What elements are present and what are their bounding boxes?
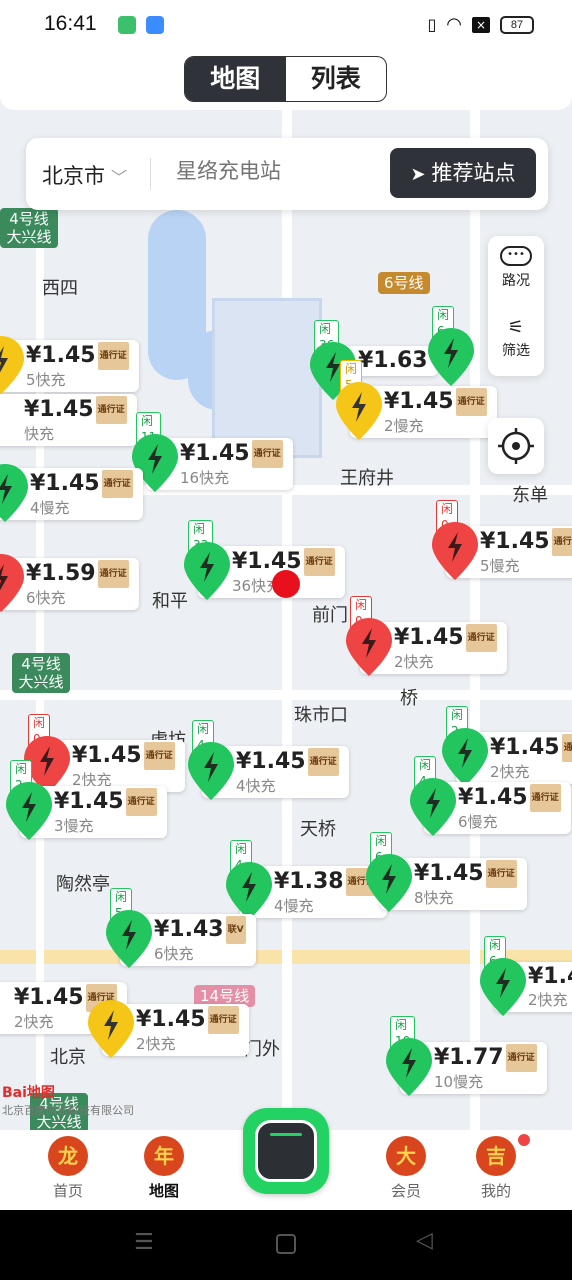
tab-list[interactable]: 列表	[286, 57, 387, 101]
traffic-button[interactable]: ••• 路况	[488, 246, 544, 290]
home-icon: 龙	[48, 1136, 88, 1176]
wifi-icon: ◠	[446, 14, 462, 35]
map-label: 门外	[244, 1039, 280, 1060]
map-tools-panel: ••• 路况 ⚟ 筛选	[488, 236, 544, 376]
view-switcher: 地图 列表	[184, 56, 387, 102]
recommend-stations-button[interactable]: ➤ 推荐站点	[390, 148, 536, 198]
tab-map[interactable]: 地图	[185, 57, 286, 101]
nav-home[interactable]: 龙 首页	[28, 1136, 108, 1201]
clock: 16:41	[44, 12, 97, 35]
road	[212, 298, 322, 458]
map-watermark: Bai地图 北京百度网讯科技有限公司	[2, 1082, 134, 1118]
nav-map[interactable]: 年 地图	[124, 1136, 204, 1201]
profile-icon: 吉	[476, 1136, 516, 1176]
city-selector[interactable]: 北京市 ﹀	[42, 160, 127, 190]
no-sim-icon: ×	[472, 16, 490, 33]
system-navigation-bar: ☰ ◁	[0, 1210, 572, 1280]
charge-icon	[255, 1120, 317, 1182]
chevron-down-icon: ﹀	[111, 168, 128, 187]
vibrate-icon: ▯	[427, 15, 437, 34]
divider	[150, 158, 151, 190]
back-icon[interactable]: ◁	[416, 1228, 433, 1253]
navigation-arrow-icon: ➤	[410, 164, 426, 185]
map-label: 桥	[400, 688, 418, 709]
battery-icon: 87	[500, 15, 534, 34]
road	[282, 100, 292, 1130]
app-notification-icon	[118, 16, 136, 34]
member-icon: 大	[386, 1136, 426, 1176]
baidu-logo: Bai地图	[2, 1085, 55, 1101]
top-tab-bar: 地图 列表	[0, 52, 572, 110]
map-label: 前门	[312, 605, 348, 626]
subway-line-badge: 4号线 大兴线	[12, 653, 70, 693]
map-label: 珠市口	[294, 705, 348, 726]
map-label: 王府井	[340, 468, 394, 489]
city-label: 北京市	[42, 164, 105, 188]
map-label: 北京	[50, 1047, 86, 1068]
subway-line-badge: 6号线	[378, 272, 430, 294]
menu-icon[interactable]: ☰	[134, 1230, 154, 1255]
scan-charge-button[interactable]	[243, 1108, 329, 1194]
current-location-marker	[272, 570, 300, 598]
map-label: 西四	[42, 278, 78, 299]
map-label: 东单	[512, 485, 548, 506]
nav-member[interactable]: 大 会员	[366, 1136, 446, 1201]
filter-icon: ⚟	[507, 317, 525, 338]
recommend-label: 推荐站点	[431, 161, 516, 185]
map-icon: 年	[144, 1136, 184, 1176]
traffic-icon: •••	[500, 246, 532, 266]
crosshair-icon	[498, 428, 534, 464]
home-button-icon[interactable]	[276, 1234, 296, 1254]
filter-button[interactable]: ⚟ 筛选	[488, 316, 544, 360]
notification-dot	[518, 1134, 530, 1146]
subway-line-badge: 4号线 大兴线	[0, 208, 58, 248]
app-root: 西四 王府井 东单 和平 前门 珠市口 虎坊 天桥 陶然亭 门外 桥 北京 4号…	[0, 0, 572, 1280]
status-bar: 16:41 ▯ ◠ × 87	[0, 0, 572, 52]
app-notification-icon	[146, 16, 164, 34]
map-label: 天桥	[300, 819, 336, 840]
map-label: 陶然亭	[56, 874, 110, 895]
search-bar: 北京市 ﹀ ➤推荐站点	[26, 138, 548, 210]
locate-button[interactable]	[488, 418, 544, 474]
